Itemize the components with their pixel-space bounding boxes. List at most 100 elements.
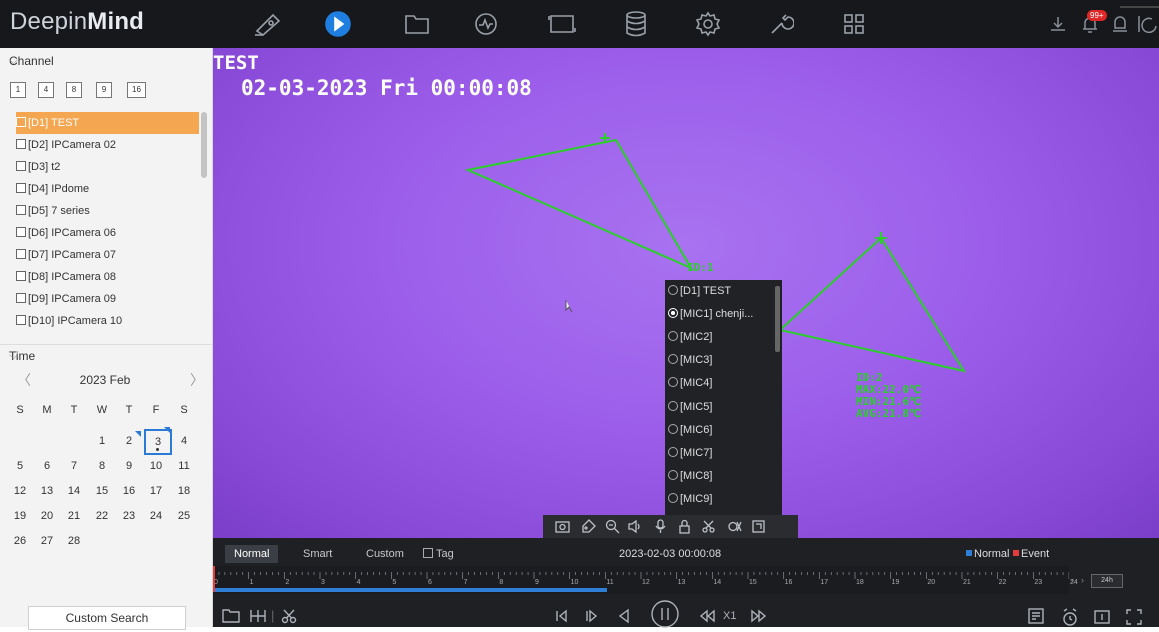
file-list-icon[interactable]: [1028, 608, 1046, 629]
calendar-day[interactable]: 2: [117, 431, 141, 447]
radio-button[interactable]: [668, 377, 678, 387]
checkbox[interactable]: [16, 227, 26, 237]
timeline-playhead[interactable]: [213, 566, 215, 592]
calendar-day[interactable]: 15: [90, 485, 114, 497]
radio-button[interactable]: [668, 470, 678, 480]
audio-item-mic7[interactable]: [MIC7]: [668, 442, 772, 464]
calendar-day[interactable]: 6: [35, 460, 59, 472]
calendar-day[interactable]: 1: [90, 435, 114, 447]
maintenance-icon[interactable]: [765, 8, 797, 40]
snapshot-icon[interactable]: [555, 519, 570, 534]
single-window-icon[interactable]: [1093, 608, 1111, 629]
calendar-day[interactable]: 11: [172, 460, 196, 472]
channel-item-d5[interactable]: [D5] 7 series: [16, 200, 196, 222]
checkbox[interactable]: [16, 161, 26, 171]
layout-9-button[interactable]: 9: [96, 82, 112, 98]
time-section-header[interactable]: Time ⌵: [0, 344, 212, 367]
mode-normal-tab[interactable]: Normal: [225, 545, 279, 563]
download-icon[interactable]: [1048, 14, 1068, 34]
chevron-down-icon[interactable]: ⌵: [9, 53, 206, 68]
radio-button[interactable]: [668, 424, 678, 434]
calendar-day[interactable]: 18: [172, 485, 196, 497]
fullscreen-window-icon[interactable]: [751, 519, 766, 534]
audio-item-mic6[interactable]: [MIC6]: [668, 419, 772, 441]
channel-item-d1[interactable]: [D1] TEST: [16, 112, 199, 134]
calendar-day[interactable]: 5: [8, 460, 32, 472]
timeline-next-icon[interactable]: ›: [1081, 575, 1084, 585]
audio-item-d1[interactable]: [D1] TEST: [668, 280, 772, 302]
calendar-day[interactable]: 4: [172, 435, 196, 447]
calendar-day[interactable]: 27: [35, 535, 59, 547]
slow-down-icon[interactable]: [698, 608, 716, 627]
radio-button[interactable]: [668, 447, 678, 457]
calendar-day[interactable]: 20: [35, 510, 59, 522]
digital-zoom-icon[interactable]: [605, 519, 620, 534]
calendar-day[interactable]: 12: [8, 485, 32, 497]
checkbox[interactable]: [16, 117, 26, 127]
mode-custom-tab[interactable]: Custom: [366, 548, 404, 560]
mode-smart-tab[interactable]: Smart: [303, 548, 332, 560]
timeline-prev-icon[interactable]: ‹: [1071, 575, 1074, 585]
checkbox[interactable]: [16, 315, 26, 325]
file-icon[interactable]: [401, 8, 433, 40]
radio-button[interactable]: [668, 331, 678, 341]
settings-icon[interactable]: [692, 8, 724, 40]
calendar-day[interactable]: 9: [117, 460, 141, 472]
audio-channel-dropdown[interactable]: [D1] TEST [MIC1] chenji... [MIC2] [MIC3]…: [665, 280, 782, 515]
channel-section-header[interactable]: Channel ⌵: [0, 50, 212, 72]
calendar-day[interactable]: 10: [144, 460, 168, 472]
dropdown-scrollbar[interactable]: [775, 286, 780, 352]
calendar-day[interactable]: 16: [117, 485, 141, 497]
microphone-icon[interactable]: [653, 519, 668, 534]
checkbox[interactable]: [16, 249, 26, 259]
channel-item-d9[interactable]: [D9] IPCamera 09: [16, 288, 196, 310]
vca-icon[interactable]: [546, 8, 578, 40]
layout-8-button[interactable]: 8: [66, 82, 82, 98]
audio-item-mic5[interactable]: [MIC5]: [668, 396, 772, 418]
speed-up-icon[interactable]: [750, 608, 768, 627]
prev-frame-icon[interactable]: [553, 608, 569, 627]
channel-item-d8[interactable]: [D8] IPCamera 08: [16, 266, 196, 288]
fullscreen-icon[interactable]: [1125, 608, 1143, 629]
radio-button[interactable]: [668, 308, 678, 318]
clip-cut-icon[interactable]: [281, 608, 297, 627]
radio-button[interactable]: [668, 285, 678, 295]
prev-month-icon[interactable]: 〈: [17, 370, 31, 390]
split-icon[interactable]: [249, 608, 267, 627]
camera-icon[interactable]: [252, 8, 284, 40]
checkbox[interactable]: [16, 271, 26, 281]
channel-item-d7[interactable]: [D7] IPCamera 07: [16, 244, 196, 266]
checkbox[interactable]: [16, 205, 26, 215]
calendar-day[interactable]: 19: [8, 510, 32, 522]
fisheye-icon[interactable]: [727, 519, 742, 534]
next-month-icon[interactable]: 〉: [190, 370, 204, 390]
reverse-play-icon[interactable]: [616, 608, 632, 627]
calendar-day[interactable]: 7: [62, 460, 86, 472]
chevron-down-icon[interactable]: ⌵: [9, 348, 206, 363]
calendar-day[interactable]: 25: [172, 510, 196, 522]
calendar-day[interactable]: 28: [62, 535, 86, 547]
calendar-day[interactable]: 17: [144, 485, 168, 497]
audio-item-mic1[interactable]: [MIC1] chenji...: [668, 303, 772, 325]
sync-playback-icon[interactable]: [1061, 608, 1079, 629]
calendar-day[interactable]: 23: [117, 510, 141, 522]
calendar-day[interactable]: 24: [144, 510, 168, 522]
channel-item-d3[interactable]: [D3] t2: [16, 156, 196, 178]
channel-item-d2[interactable]: [D2] IPCamera 02: [16, 134, 196, 156]
checkbox[interactable]: [423, 548, 433, 558]
radio-button[interactable]: [668, 354, 678, 364]
calendar-day[interactable]: 13: [35, 485, 59, 497]
channel-item-d4[interactable]: [D4] IPdome: [16, 178, 196, 200]
tag-icon[interactable]: [581, 519, 596, 534]
audio-item-mic4[interactable]: [MIC4]: [668, 372, 772, 394]
layout-4-button[interactable]: 4: [38, 82, 54, 98]
smart-analysis-icon[interactable]: [470, 8, 502, 40]
audio-item-mic8[interactable]: [MIC8]: [668, 465, 772, 487]
pause-button[interactable]: [650, 599, 680, 632]
audio-item-mic3[interactable]: [MIC3]: [668, 349, 772, 371]
next-frame-icon[interactable]: [583, 608, 599, 627]
timeline-zoom-select[interactable]: 24h: [1091, 574, 1123, 588]
channel-list-scrollbar[interactable]: [201, 112, 207, 178]
audio-item-mic9[interactable]: [MIC9]: [668, 488, 772, 510]
radio-button[interactable]: [668, 401, 678, 411]
